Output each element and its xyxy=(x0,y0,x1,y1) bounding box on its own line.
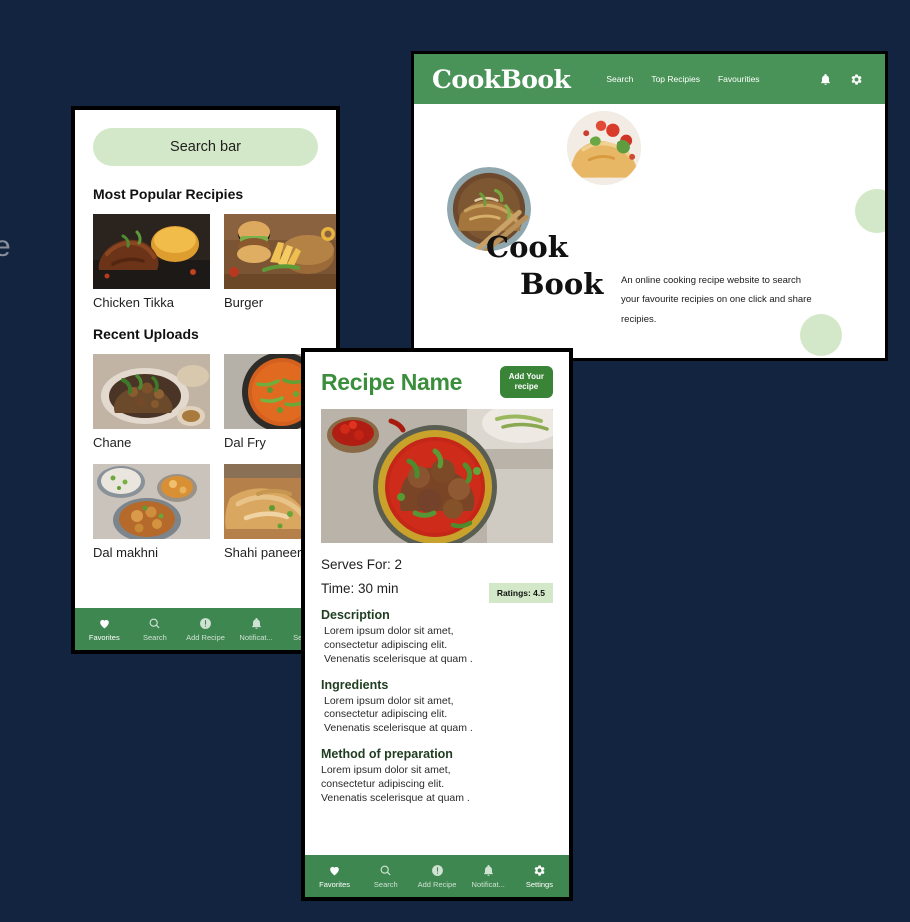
recipe-card[interactable]: Chicken Tikka xyxy=(93,214,210,310)
site-header: CookBook Search Top Recipies Favourities xyxy=(414,54,885,104)
clipped-edge-letter: e xyxy=(0,230,11,263)
bottom-nav-label: Add Recipe xyxy=(417,880,457,889)
recipe-card-label: Burger xyxy=(224,295,264,310)
recipe-card-label: Dal makhni xyxy=(93,545,159,560)
bottom-nav-label: Favorites xyxy=(319,880,351,889)
bottom-nav-item-notifications[interactable]: Notificat... xyxy=(231,617,282,642)
bell-icon xyxy=(250,617,263,630)
detail-bottom-nav: Favorites Search Add Recipe Notificat... xyxy=(305,855,569,897)
section-body-method: Lorem ipsum dolor sit amet, consectetur … xyxy=(321,764,470,804)
bell-icon xyxy=(482,864,495,877)
recipe-meta-row: Serves For: 2 Time: 30 min Ratings: 4.5 xyxy=(321,557,553,603)
header-icon-group xyxy=(819,73,863,86)
add-circle-icon xyxy=(431,864,444,877)
nav-item-top-recipies[interactable]: Top Recipies xyxy=(651,74,700,84)
site-nav: Search Top Recipies Favourities xyxy=(606,74,759,84)
bottom-nav-label: Search xyxy=(373,880,398,889)
recipe-card[interactable]: Burger xyxy=(224,214,336,310)
serves-text: Serves For: 2 xyxy=(321,557,403,572)
mobile-recipe-detail-mockup: Recipe Name Add Your recipe Serves For: … xyxy=(301,348,573,901)
site-hero: Cook Book An online cooking recipe websi… xyxy=(414,104,885,358)
section-heading-ingredients: Ingredients xyxy=(321,677,389,692)
gear-icon[interactable] xyxy=(850,73,863,86)
recipe-card[interactable]: Chane xyxy=(93,354,210,450)
search-icon xyxy=(379,864,392,877)
recent-uploads-grid: Chane Dal Fry Dal makhni Shahi paneer xyxy=(93,354,336,560)
hero-tagline: An online cooking recipe website to sear… xyxy=(621,275,812,325)
add-your-recipe-button[interactable]: Add Your recipe xyxy=(499,366,553,398)
recipe-card-label: Chicken Tikka xyxy=(93,295,174,310)
heart-icon xyxy=(98,617,111,630)
nav-item-search[interactable]: Search xyxy=(606,74,633,84)
home-bottom-nav: Favorites Search Add Recipe Notificat... xyxy=(75,608,336,650)
recipe-thumbnail xyxy=(93,214,210,289)
hero-logotype-book: Book xyxy=(520,267,604,301)
most-popular-grid: Chicken Tikka Burger xyxy=(93,214,336,310)
page-title: Recipe Name xyxy=(321,368,463,395)
recipe-thumbnail xyxy=(224,214,336,289)
desktop-website-mockup: CookBook Search Top Recipies Favourities xyxy=(411,51,888,361)
decorative-circle-top xyxy=(855,189,885,233)
bottom-nav-item-search[interactable]: Search xyxy=(360,864,411,889)
home-screen-content: Search bar Most Popular Recipies Chicken… xyxy=(75,110,336,608)
detail-title-row: Recipe Name Add Your recipe xyxy=(321,366,553,398)
section-title-most-popular: Most Popular Recipies xyxy=(93,186,244,202)
bottom-nav-label: Notificat... xyxy=(239,633,273,642)
bottom-nav-item-search[interactable]: Search xyxy=(130,617,181,642)
search-input[interactable]: Search bar xyxy=(93,128,318,166)
site-logo: CookBook xyxy=(432,64,571,94)
bottom-nav-label: Settings xyxy=(525,880,553,889)
heart-icon xyxy=(328,864,341,877)
bottom-nav-item-favorites[interactable]: Favorites xyxy=(309,864,360,889)
bottom-nav-item-add-recipe[interactable]: Add Recipe xyxy=(411,864,462,889)
bottom-nav-item-notifications[interactable]: Notificat... xyxy=(463,864,514,889)
design-canvas: e CookBook Search Top Recipies Favouriti… xyxy=(0,0,910,922)
add-circle-icon xyxy=(199,617,212,630)
section-body-description: Lorem ipsum dolor sit amet, consectetur … xyxy=(324,625,473,665)
bottom-nav-label: Search xyxy=(143,633,167,642)
bottom-nav-item-favorites[interactable]: Favorites xyxy=(79,617,130,642)
bottom-nav-item-add-recipe[interactable]: Add Recipe xyxy=(180,617,231,642)
section-heading-method: Method of preparation xyxy=(321,747,453,762)
section-heading-description: Description xyxy=(321,608,390,622)
section-title-recent-uploads: Recent Uploads xyxy=(93,326,199,342)
bottom-nav-label: Favorites xyxy=(88,633,120,642)
bottom-nav-label: Notificat... xyxy=(471,880,505,889)
hero-food-photo-top xyxy=(567,111,641,185)
nav-item-favourities[interactable]: Favourities xyxy=(718,74,760,84)
mobile-home-mockup: Search bar Most Popular Recipies Chicken… xyxy=(71,106,340,654)
recipe-hero-image xyxy=(321,409,553,543)
recipe-card-label: Chane xyxy=(93,435,132,450)
section-body-ingredients: Lorem ipsum dolor sit amet, consectetur … xyxy=(324,694,473,735)
recipe-thumbnail xyxy=(93,354,210,429)
recipe-card[interactable]: Dal makhni xyxy=(93,464,210,560)
gear-icon xyxy=(533,864,546,877)
ratings-badge: Ratings: 4.5 xyxy=(488,583,553,603)
bottom-nav-item-settings[interactable]: Settings xyxy=(514,864,565,889)
bottom-nav-label: Add Recipe xyxy=(186,633,225,642)
hero-logotype-cook: Cook xyxy=(486,230,568,264)
search-icon xyxy=(148,617,161,630)
bell-icon[interactable] xyxy=(819,73,832,86)
recipe-thumbnail xyxy=(93,464,210,539)
detail-screen-content: Recipe Name Add Your recipe Serves For: … xyxy=(305,352,569,855)
